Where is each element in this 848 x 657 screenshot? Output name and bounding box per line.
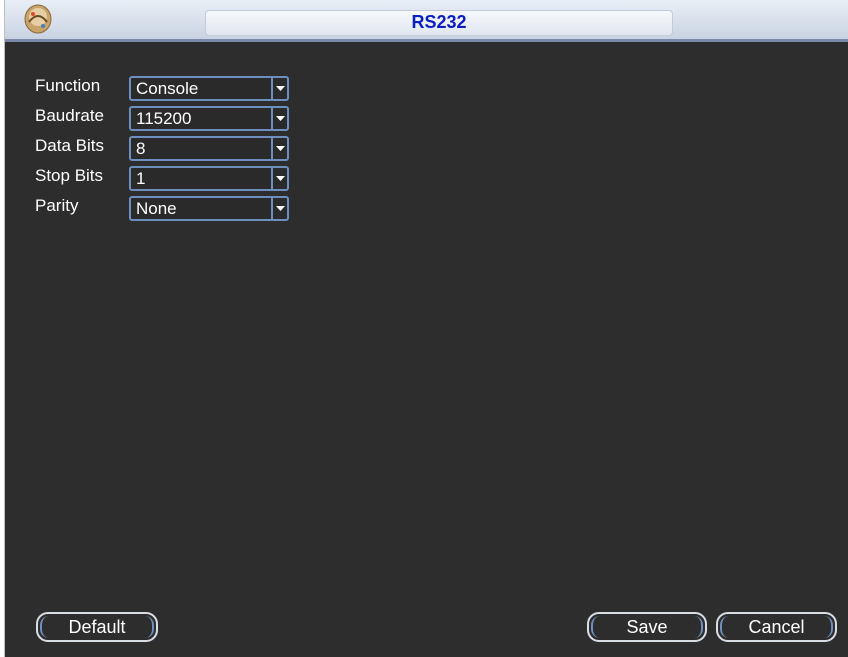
data-bits-select[interactable]: 8	[129, 136, 289, 161]
data-bits-label: Data Bits	[35, 136, 104, 155]
function-value: Console	[136, 79, 199, 98]
chevron-down-icon[interactable]	[271, 138, 287, 159]
parity-select[interactable]: None	[129, 196, 289, 221]
save-button-label: Save	[626, 617, 668, 637]
title-bar: RS232	[5, 0, 848, 42]
function-label: Function	[35, 76, 101, 95]
network-device-icon	[23, 2, 53, 36]
default-button[interactable]: Default	[36, 612, 158, 642]
stop-bits-label: Stop Bits	[35, 166, 104, 185]
function-select[interactable]: Console	[129, 76, 289, 101]
baudrate-label: Baudrate	[35, 106, 104, 125]
parity-label: Parity	[35, 196, 79, 215]
cancel-button[interactable]: Cancel	[716, 612, 837, 642]
cancel-button-label: Cancel	[748, 617, 805, 637]
baudrate-value: 115200	[136, 109, 192, 128]
baudrate-select[interactable]: 115200	[129, 106, 289, 131]
chevron-down-icon[interactable]	[271, 198, 287, 219]
parity-value: None	[136, 199, 177, 218]
chevron-down-icon[interactable]	[271, 168, 287, 189]
data-bits-value: 8	[136, 139, 146, 158]
stop-bits-value: 1	[136, 169, 146, 188]
page-title: RS232	[411, 12, 467, 32]
rs232-dialog: RS232 Function Console Baudrate 115200 D…	[4, 0, 848, 657]
chevron-down-icon[interactable]	[271, 78, 287, 99]
chevron-down-icon[interactable]	[271, 108, 287, 129]
default-button-label: Default	[68, 617, 126, 637]
save-button[interactable]: Save	[587, 612, 707, 642]
stop-bits-select[interactable]: 1	[129, 166, 289, 191]
